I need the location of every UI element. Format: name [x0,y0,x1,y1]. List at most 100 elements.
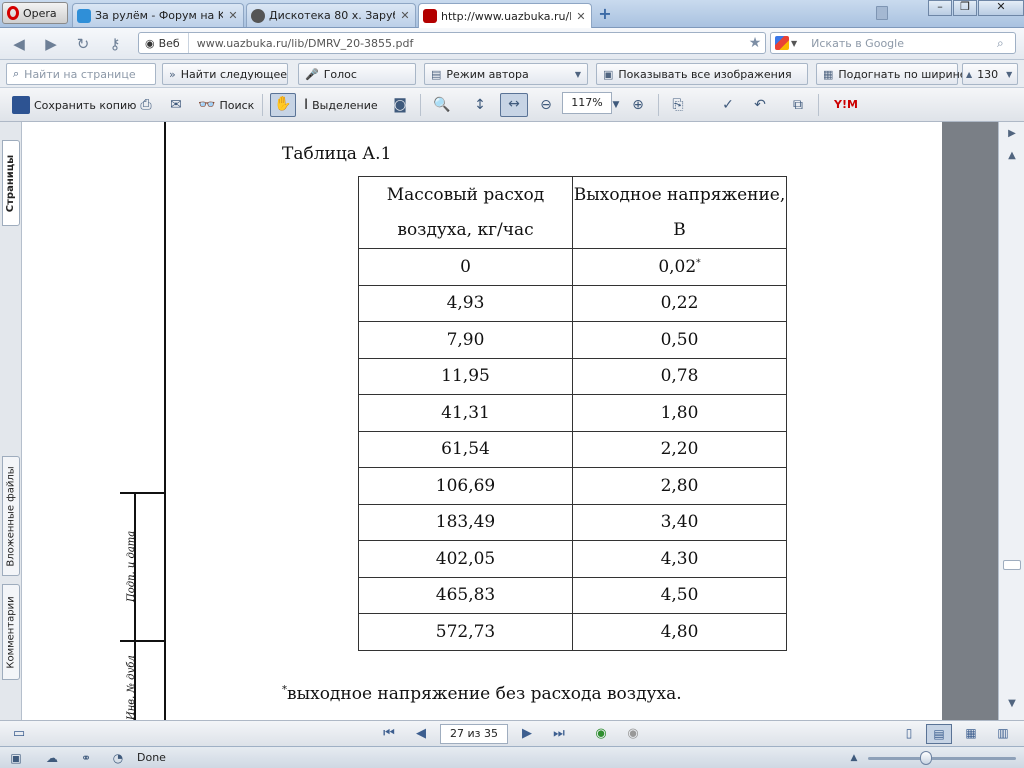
panel-icon[interactable]: ▣ [8,750,24,766]
document-viewport[interactable]: Подп. и дата Инв. № дубл Таблица А.1 Мас… [22,122,998,720]
opera-menu-button[interactable]: Opera [2,2,68,24]
bookmark-star-icon[interactable]: ★ [745,35,765,51]
zoom-in-tool-icon[interactable]: 🔍 [432,95,452,115]
column-header-mass-flow: Массовый расход воздуха, кг/час [358,176,573,249]
address-bar[interactable]: ◉ Веб www.uazbuka.ru/lib/DMRV_20-3855.pd… [138,32,766,54]
microphone-icon: 🎤 [305,67,319,81]
first-page-icon[interactable]: ⏮ [380,725,398,743]
text-cursor-icon: I [304,97,309,113]
tab-comments[interactable]: Комментарии [2,584,20,680]
scroll-up-icon[interactable]: ▲ [1003,150,1021,164]
close-icon[interactable]: ✕ [575,10,587,23]
back-icon[interactable]: ◀ [10,35,28,53]
voice-label: Голос [323,67,357,81]
separator [818,94,819,116]
email-icon[interactable]: ✉ [166,95,186,115]
copy-icon[interactable]: ⧉ [788,95,808,115]
close-icon[interactable]: ✕ [399,9,411,22]
image-icon: ▣ [603,67,614,81]
fit-width-icon[interactable]: ↔ [500,93,528,117]
chevron-up-icon[interactable]: ▲ [846,750,862,766]
single-page-view-icon[interactable]: ▯ [896,724,922,744]
chevron-down-icon: ▼ [574,69,581,79]
zoom-out-icon[interactable]: ⊖ [536,95,556,115]
panel-toggle-icon[interactable]: ▭ [10,725,28,743]
snapshot-icon[interactable]: ◙ [390,95,410,115]
previous-page-icon[interactable]: ◀ [412,725,430,743]
cell-value: 0,78 [660,366,699,387]
zoom-slider-handle[interactable] [920,751,932,765]
tab-attachments[interactable]: Вложенные файлы [2,456,20,576]
search-placeholder[interactable]: Искать в Google [797,37,997,50]
cloud-icon[interactable]: ☁ [44,750,60,766]
zoom-dropdown[interactable]: ▲ 130 ▼ [962,63,1018,85]
footnote-mark: * [696,258,701,269]
zoom-input[interactable]: 117% [562,92,612,114]
author-mode-dropdown[interactable]: ▤ Режим автора ▼ [424,63,588,85]
print-icon[interactable]: ⎙ [136,95,156,115]
new-tab-button[interactable]: + [596,5,614,23]
save-copy-button[interactable]: Сохранить копию [12,93,136,117]
maximize-button[interactable]: ❐ [953,0,977,16]
cell-value: 3,40 [660,512,699,533]
fit-height-icon[interactable]: ↕ [470,95,490,115]
show-images-button[interactable]: ▣ Показывать все изображения [596,63,808,85]
minimize-button[interactable]: – [928,0,952,16]
tab-forum[interactable]: За рулём - Форум на Ku... ✕ [72,3,244,27]
next-page-icon[interactable]: ▶ [518,725,536,743]
share-icon[interactable]: ⚭ [78,750,94,766]
pages-tab-label: Страницы [5,154,17,212]
speed-dial-icon[interactable]: ◔ [110,750,126,766]
zoom-slider-track[interactable] [868,757,1016,760]
cell-value: 106,69 [435,475,496,496]
frame-line [120,640,166,642]
fit-width-button[interactable]: ▦ Подогнать по ширине [816,63,967,85]
find-next-button[interactable]: » Найти следующее [162,63,288,85]
tab-pages[interactable]: Страницы [2,140,20,226]
search-icon[interactable]: ⌕ [997,36,1015,51]
title-bar: Opera За рулём - Форум на Ku... ✕ Дискот… [0,0,1024,28]
close-icon[interactable]: ✕ [227,9,239,22]
forward-icon[interactable]: ▶ [42,35,60,53]
separator [658,94,659,116]
cell-value: 0,02 [658,256,697,277]
vertical-scrollbar[interactable]: ▶ ▲ ▼ [998,122,1024,720]
voice-button[interactable]: 🎤 Голос [298,63,416,85]
chevron-down-icon[interactable]: ▼ [789,39,797,48]
table-row: 4,93 0,22 [358,284,787,322]
close-window-button[interactable]: ✕ [978,0,1024,16]
go-back-icon[interactable]: ◉ [592,725,610,743]
scroll-thumb[interactable] [1003,560,1021,570]
continuous-facing-view-icon[interactable]: ▥ [990,724,1016,744]
go-forward-icon[interactable]: ◉ [624,725,642,743]
search-button[interactable]: 👓 Поиск [198,93,254,117]
pdf-toolbar: Сохранить копию ⎙ ✉ 👓 Поиск ✋ I Выделени… [0,88,1024,122]
url-text[interactable]: www.uazbuka.ru/lib/DMRV_20-3855.pdf [189,37,745,50]
reload-icon[interactable]: ↻ [74,35,92,53]
search-field[interactable]: ▼ Искать в Google ⌕ [770,32,1016,54]
panel-expand-icon[interactable]: ▶ [1003,128,1021,142]
trash-icon[interactable] [876,6,888,20]
search-icon: ⌕ [13,67,20,80]
key-icon[interactable]: ⚷ [106,35,124,53]
tab-pdf[interactable]: http://www.uazbuka.ru/li... ✕ [418,3,592,28]
select-tool-button[interactable]: I Выделение [304,93,378,117]
page-layout-icon[interactable]: ⎘ [668,95,688,115]
last-page-icon[interactable]: ⏭ [550,725,568,743]
zoom-in-icon[interactable]: ⊕ [628,95,648,115]
author-mode-label: Режим автора [446,67,529,81]
search-label: Поиск [219,98,255,112]
tab-disco[interactable]: Дискотека 80 х. Зарубе... ✕ [246,3,416,27]
page-number-input[interactable]: 27 из 35 [440,724,508,744]
spellcheck-icon[interactable]: ✓ [718,95,738,115]
voltage-cell: 0,22 [572,284,787,322]
continuous-view-icon[interactable]: ▤ [926,724,952,744]
hand-tool-icon[interactable]: ✋ [270,93,296,117]
google-icon[interactable] [775,36,789,50]
scroll-down-icon[interactable]: ▼ [1003,698,1021,712]
undo-icon[interactable]: ↶ [750,95,770,115]
find-input[interactable]: ⌕ Найти на странице [6,63,156,85]
facing-view-icon[interactable]: ▦ [958,724,984,744]
address-scope[interactable]: ◉ Веб [139,33,189,53]
yahoo-icon[interactable]: Y!M [828,95,864,115]
